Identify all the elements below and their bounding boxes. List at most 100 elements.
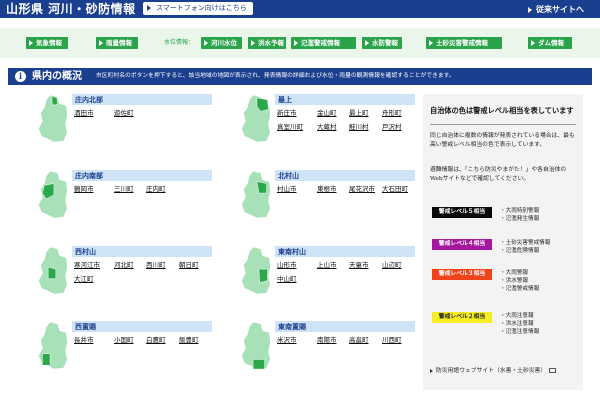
level-badge: 警戒レベル５相当 [432, 207, 492, 218]
town-button[interactable]: 大江町 [74, 275, 94, 284]
level-item: ・洪水警報 [500, 278, 528, 284]
region-card: 東南置賜米沢市 南陽市 高畠町 川西町 [235, 321, 415, 381]
town-button[interactable]: 村山市 [277, 185, 297, 194]
nav-label: 雨量情報 [106, 39, 132, 47]
arrow-right-icon [528, 7, 532, 13]
town-button[interactable]: 河北町 [114, 261, 134, 270]
region-name: 東南村山 [275, 246, 415, 257]
town-button[interactable]: 長井市 [74, 336, 94, 345]
town-button[interactable]: 山辺町 [382, 261, 402, 270]
nav-flood-forecast-button[interactable]: 洪水予報 [248, 37, 286, 49]
region-map[interactable] [32, 94, 72, 144]
nav-label: 氾濫警戒情報 [301, 39, 340, 47]
water-level-label: 水位情報： [164, 39, 195, 46]
region-map[interactable] [235, 321, 275, 371]
arrow-right-icon [365, 40, 369, 46]
town-button[interactable]: 南陽市 [317, 336, 337, 345]
town-button[interactable]: 中山町 [277, 275, 297, 284]
region-highlight [47, 266, 57, 279]
arrow-right-icon [294, 40, 298, 46]
arrow-right-icon [429, 40, 433, 46]
town-button[interactable]: 小国町 [114, 336, 134, 345]
site-title: 山形県 河川・砂防情報 [6, 2, 136, 16]
region-map[interactable] [235, 170, 275, 220]
town-button[interactable]: 舟形町 [382, 109, 402, 118]
arrow-right-icon [99, 40, 103, 46]
region-highlight [258, 268, 268, 283]
town-button[interactable]: 飯豊町 [179, 336, 199, 345]
smartphone-link-button[interactable]: スマートフォン向けはこちら [143, 2, 253, 15]
town-button[interactable]: 鮭川村 [349, 123, 369, 132]
level-item: ・氾濫危険情報 [500, 248, 540, 254]
town-button[interactable]: 真室川町 [277, 123, 303, 132]
legend-note: 避難情報は、「こちら防災やまがた！」や各自治体のWebサイトなどで確認してくださ… [430, 166, 578, 184]
town-button[interactable]: 三川町 [114, 185, 134, 194]
region-card: 西村山 寒河江市 河北町 西川町 朝日町 大江町 [32, 246, 212, 306]
town-button[interactable]: 天童市 [349, 261, 369, 270]
town-button[interactable]: 高畠町 [349, 336, 369, 345]
region-map[interactable] [32, 246, 72, 296]
site-header: 山形県 河川・砂防情報 スマートフォン向けはこちら 従来サイトへ [0, 0, 600, 18]
town-button[interactable]: 朝日町 [179, 261, 199, 270]
town-button[interactable]: 寒河江市 [74, 261, 100, 270]
region-card: 北村山 村山市 東根市 尾花沢市 大石田町 [235, 170, 415, 230]
nav-flood-alert-button[interactable]: 氾濫警戒情報 [291, 37, 356, 49]
arrow-right-icon [251, 40, 255, 46]
town-button[interactable]: 酒田市 [74, 109, 94, 118]
region-map[interactable] [32, 170, 72, 220]
town-button[interactable]: 東根市 [317, 185, 337, 194]
town-button[interactable]: 上山市 [317, 261, 337, 270]
town-button[interactable]: 米沢市 [277, 336, 297, 345]
legacy-link-label: 従来サイトへ [536, 4, 584, 14]
nav-weather-button[interactable]: 気象情報 [26, 37, 68, 49]
town-button[interactable]: 新庄市 [277, 109, 297, 118]
nav-label: 土砂災害警戒情報 [436, 39, 488, 47]
level-item: ・土砂災害警戒情報 [500, 240, 551, 246]
region-card: 庄内南部 鶴岡市 三川町 庄内町 [32, 170, 212, 230]
level-item: ・氾濫警戒情報 [500, 286, 540, 292]
nav-dam-button[interactable]: ダム情報 [528, 37, 572, 49]
legacy-site-link[interactable]: 従来サイトへ [528, 1, 584, 17]
nav-flood-warning-button[interactable]: 水防警報 [362, 37, 402, 49]
region-name: 最上 [275, 94, 415, 105]
region-name: 東南置賜 [275, 321, 415, 332]
region-card: 庄内北部 酒田市 遊佐町 [32, 94, 212, 154]
level-item: ・大雨注意報 [500, 313, 534, 319]
town-button[interactable]: 白鷹町 [146, 336, 166, 345]
town-button[interactable]: 最上町 [349, 109, 369, 118]
legend-note-text: 避難情報は、「こちら防災やまがた！」や各自治体のWebサイトなどで確認してくださ… [430, 167, 567, 182]
nav-label: ダム情報 [538, 39, 564, 47]
town-button[interactable]: 西川町 [146, 261, 166, 270]
level-item: ・洪水注意報 [500, 321, 534, 327]
section-description: 市区町村名のボタンを押下すると、該当地域の地図が表示され、発表情報の詳細および水… [96, 73, 455, 79]
nav-landslide-button[interactable]: 土砂災害警戒情報 [426, 37, 502, 49]
overview-section-header: i 県内の概況 市区町村名のボタンを押下すると、該当地域の地図が表示され、発表情… [8, 68, 592, 85]
glossary-link-label: 防災用語ウェブサイト（水害・土砂災害） [436, 368, 547, 374]
region-map[interactable] [235, 246, 275, 296]
region-highlight [252, 359, 265, 370]
town-button[interactable]: 大蔵村 [317, 123, 337, 132]
town-button[interactable]: 金山町 [317, 109, 337, 118]
info-icon: i [15, 71, 26, 82]
divider [430, 124, 576, 125]
external-link-icon [549, 368, 557, 373]
nav-rainfall-button[interactable]: 雨量情報 [96, 37, 138, 49]
town-button[interactable]: 鶴岡市 [74, 185, 94, 194]
arrow-right-icon [147, 5, 151, 11]
town-button[interactable]: 戸沢村 [382, 123, 402, 132]
level-badge: 警戒レベル４相当 [432, 239, 492, 250]
town-button[interactable]: 遊佐町 [114, 109, 134, 118]
town-button[interactable]: 尾花沢市 [349, 185, 375, 194]
region-card: 東南村山山形市 上山市 天童市 山辺町中山町 [235, 246, 415, 306]
glossary-link[interactable]: 防災用語ウェブサイト（水害・土砂災害） [430, 367, 557, 376]
smartphone-link-label: スマートフォン向けはこちら [156, 4, 247, 12]
town-button[interactable]: 川西町 [382, 336, 402, 345]
nav-river-level-button[interactable]: 河川水位 [201, 37, 242, 49]
town-button[interactable]: 庄内町 [146, 185, 166, 194]
town-button[interactable]: 山形市 [277, 261, 297, 270]
region-map[interactable] [235, 94, 275, 144]
town-button[interactable]: 大石田町 [382, 185, 408, 194]
nav-label: 洪水予報 [258, 39, 284, 47]
region-map[interactable] [32, 321, 72, 371]
region-highlight [42, 353, 51, 366]
